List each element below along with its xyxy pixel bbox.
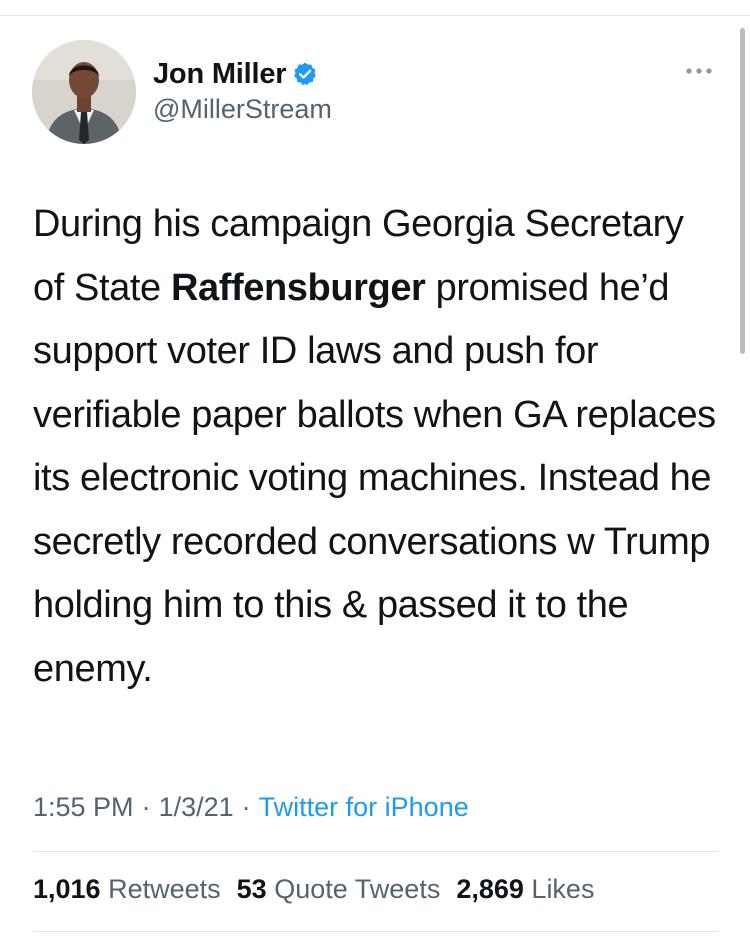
- tweet-detail-page: Jon Miller @MillerStream During his camp…: [0, 0, 750, 938]
- quote-tweets-stat[interactable]: 53 Quote Tweets: [237, 874, 441, 904]
- tweet-time[interactable]: 1:55 PM: [33, 792, 134, 822]
- meta-separator: ·: [241, 792, 251, 822]
- tweet-text-part-2: promised he’d support voter ID laws and …: [33, 266, 716, 690]
- likes-stat[interactable]: 2,869 Likes: [456, 874, 594, 904]
- tweet-stats: 1,016 Retweets 53 Quote Tweets 2,869 Likes: [33, 874, 610, 905]
- verified-badge-icon: [292, 61, 318, 87]
- stats-top-divider: [33, 851, 718, 852]
- author-handle[interactable]: @MillerStream: [153, 94, 332, 125]
- tweet-date[interactable]: 1/3/21: [159, 792, 234, 822]
- tweet-metadata: 1:55 PM · 1/3/21 · Twitter for iPhone: [33, 792, 469, 823]
- tweet-text-bold-name: Raffensburger: [170, 266, 426, 309]
- quote-tweets-label: Quote Tweets: [274, 874, 441, 904]
- tweet-source-link[interactable]: Twitter for iPhone: [259, 792, 469, 822]
- more-options-icon[interactable]: [684, 64, 714, 78]
- retweets-label: Retweets: [108, 874, 221, 904]
- scrollbar[interactable]: [740, 28, 745, 354]
- top-divider: [0, 15, 750, 16]
- likes-count: 2,869: [456, 874, 524, 904]
- retweets-stat[interactable]: 1,016 Retweets: [33, 874, 221, 904]
- retweets-count: 1,016: [33, 874, 101, 904]
- quote-tweets-count: 53: [236, 874, 267, 904]
- avatar-photo: [32, 40, 136, 144]
- stats-bottom-divider: [33, 931, 718, 932]
- avatar[interactable]: [32, 40, 136, 144]
- tweet-text: During his campaign Georgia Secretary of…: [33, 193, 723, 701]
- meta-separator: ·: [141, 792, 151, 822]
- author-name-row[interactable]: Jon Miller: [153, 56, 318, 92]
- likes-label: Likes: [531, 874, 595, 904]
- author-display-name[interactable]: Jon Miller: [153, 58, 287, 91]
